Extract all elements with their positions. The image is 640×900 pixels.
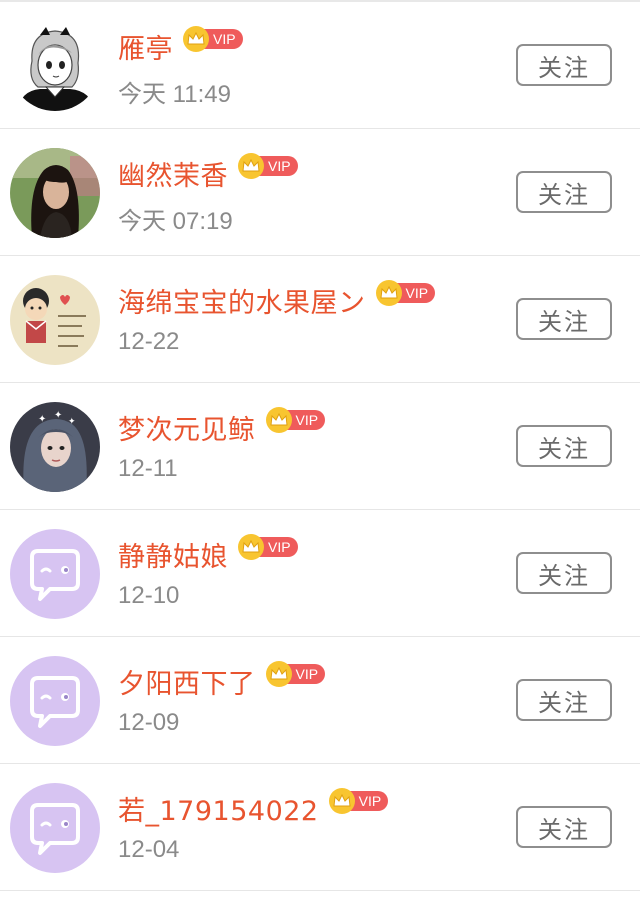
- list-item[interactable]: 静静姑娘 VIP 12-10 关注: [0, 510, 640, 637]
- user-name[interactable]: 若_179154022: [118, 789, 319, 828]
- crown-icon: [265, 407, 292, 433]
- follower-list: 雁亭 VIP 今天 11:49 关注 幽然茉香 VIP 今天 07:19 关注 …: [0, 0, 640, 900]
- list-item[interactable]: 幽然茉香 VIP 今天 07:19 关注: [0, 129, 640, 256]
- follow-button[interactable]: 关注: [516, 679, 612, 721]
- avatar[interactable]: ✦ ✦ ✦: [10, 402, 100, 492]
- user-name[interactable]: 幽然茉香: [118, 154, 228, 193]
- svg-text:✦: ✦: [54, 410, 62, 421]
- vip-badge: VIP: [265, 407, 326, 433]
- user-name[interactable]: 雁亭: [118, 27, 173, 66]
- user-name[interactable]: 海绵宝宝的水果屋ン: [118, 281, 366, 320]
- default-chat-avatar-icon: [10, 656, 100, 746]
- timestamp: 12-10: [118, 582, 180, 609]
- cartoon-avatar-icon: [10, 275, 100, 365]
- default-chat-avatar-icon: [10, 529, 100, 619]
- vip-badge: VIP: [238, 534, 298, 560]
- list-item[interactable]: 海绵宝宝的水果屋ン VIP 12-22 关注: [0, 256, 640, 383]
- timestamp: 今天 07:19: [118, 208, 233, 235]
- crown-icon: [183, 26, 209, 52]
- vip-badge: VIP: [328, 788, 389, 814]
- timestamp: 12-22: [118, 328, 180, 355]
- name-line: 幽然茉香 VIP: [118, 153, 298, 193]
- avatar[interactable]: [10, 529, 100, 619]
- follow-button[interactable]: 关注: [516, 44, 612, 86]
- photo-avatar-icon: ✦ ✦ ✦: [10, 402, 100, 492]
- list-item[interactable]: 若_179154022 VIP 12-04 关注: [0, 764, 640, 891]
- follow-button[interactable]: 关注: [516, 171, 612, 213]
- user-name[interactable]: 夕阳西下了: [118, 662, 256, 701]
- timestamp: 今天 11:49: [118, 81, 231, 108]
- vip-badge: VIP: [375, 280, 436, 306]
- crown-icon: [238, 534, 264, 560]
- follow-button[interactable]: 关注: [516, 425, 612, 467]
- avatar[interactable]: [10, 148, 100, 238]
- timestamp: 12-09: [118, 709, 180, 736]
- crown-icon: [328, 788, 355, 814]
- list-item[interactable]: 夕阳西下了 VIP 12-09 关注: [0, 637, 640, 764]
- svg-text:✦: ✦: [68, 417, 76, 427]
- vip-badge: VIP: [265, 661, 326, 687]
- name-line: 若_179154022 VIP: [118, 788, 389, 828]
- default-chat-avatar-icon: [10, 783, 100, 873]
- vip-badge: VIP: [238, 153, 298, 179]
- follow-button[interactable]: 关注: [516, 806, 612, 848]
- name-line: 夕阳西下了 VIP: [118, 661, 326, 701]
- crown-icon: [238, 153, 264, 179]
- crown-icon: [375, 280, 402, 306]
- photo-avatar-icon: [10, 148, 100, 238]
- name-line: 静静姑娘 VIP: [118, 534, 298, 574]
- avatar[interactable]: [10, 21, 100, 111]
- crown-icon: [265, 661, 292, 687]
- avatar[interactable]: [10, 656, 100, 746]
- manga-girl-avatar-icon: [10, 21, 100, 111]
- svg-text:✦: ✦: [38, 414, 46, 425]
- list-item[interactable]: 雁亭 VIP 今天 11:49 关注: [0, 2, 640, 129]
- list-item[interactable]: ✦ ✦ ✦ 梦次元见鲸 VIP 12-11 关注: [0, 383, 640, 510]
- vip-badge: VIP: [183, 26, 243, 52]
- avatar[interactable]: [10, 275, 100, 365]
- avatar[interactable]: [10, 783, 100, 873]
- timestamp: 12-04: [118, 836, 180, 863]
- name-line: 雁亭 VIP: [118, 26, 243, 66]
- name-line: 梦次元见鲸 VIP: [118, 407, 326, 447]
- user-name[interactable]: 梦次元见鲸: [118, 408, 256, 447]
- name-line: 海绵宝宝的水果屋ン VIP: [118, 280, 436, 320]
- timestamp: 12-11: [118, 455, 178, 482]
- follow-button[interactable]: 关注: [516, 298, 612, 340]
- follow-button[interactable]: 关注: [516, 552, 612, 594]
- user-name[interactable]: 静静姑娘: [118, 535, 228, 574]
